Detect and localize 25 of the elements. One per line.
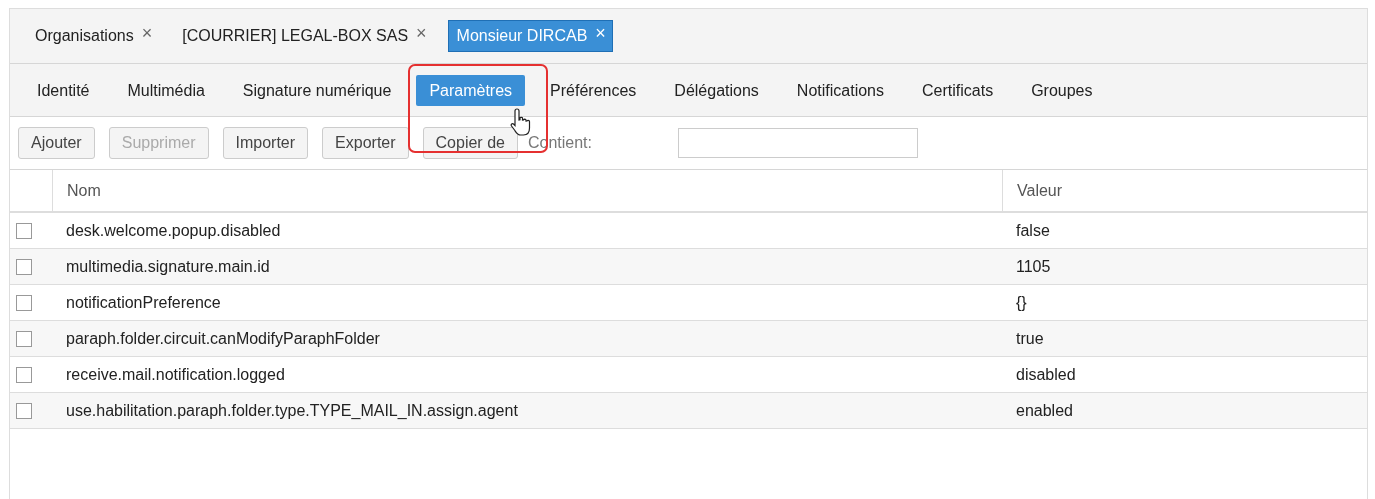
tab-label: Organisations	[35, 26, 134, 46]
tab[interactable]: Identité	[24, 74, 103, 106]
tab[interactable]: Groupes	[1018, 74, 1106, 106]
tab-label: Monsieur DIRCAB	[456, 26, 588, 46]
tab[interactable]: [COURRIER] LEGAL-BOX SAS ×	[173, 20, 434, 52]
tab[interactable]: Délégations	[661, 74, 772, 106]
tab[interactable]: Certificats	[909, 74, 1007, 106]
table-cell: true	[1002, 321, 1367, 357]
tab[interactable]: Organisations ×	[26, 20, 160, 52]
table-cell: multimedia.signature.main.id	[52, 249, 1002, 285]
table-cell: paraph.folder.circuit.canModifyParaphFolder	[52, 321, 1002, 357]
toolbar-button[interactable]: Importer	[222, 127, 309, 159]
close-icon[interactable]: ×	[416, 26, 427, 40]
toolbar-button[interactable]: Exporter	[322, 127, 409, 159]
table-cell: use.habilitation.paraph.folder.type.TYPE_MAIL_IN.assign.agent	[52, 393, 1002, 429]
tab[interactable]: Notifications	[783, 74, 897, 106]
tab[interactable]: Préférences	[537, 74, 650, 106]
toolbar-button[interactable]: Ajouter	[18, 127, 95, 159]
table-cell: 1105	[1002, 249, 1367, 285]
tab-label: [COURRIER] LEGAL-BOX SAS	[182, 26, 409, 46]
tab[interactable]: Multimédia	[114, 74, 218, 106]
toolbar-button[interactable]: Copier de	[422, 127, 518, 159]
close-icon[interactable]: ×	[141, 26, 153, 40]
table-cell: enabled	[1002, 393, 1367, 429]
tab[interactable]: Signature numérique	[229, 74, 405, 106]
